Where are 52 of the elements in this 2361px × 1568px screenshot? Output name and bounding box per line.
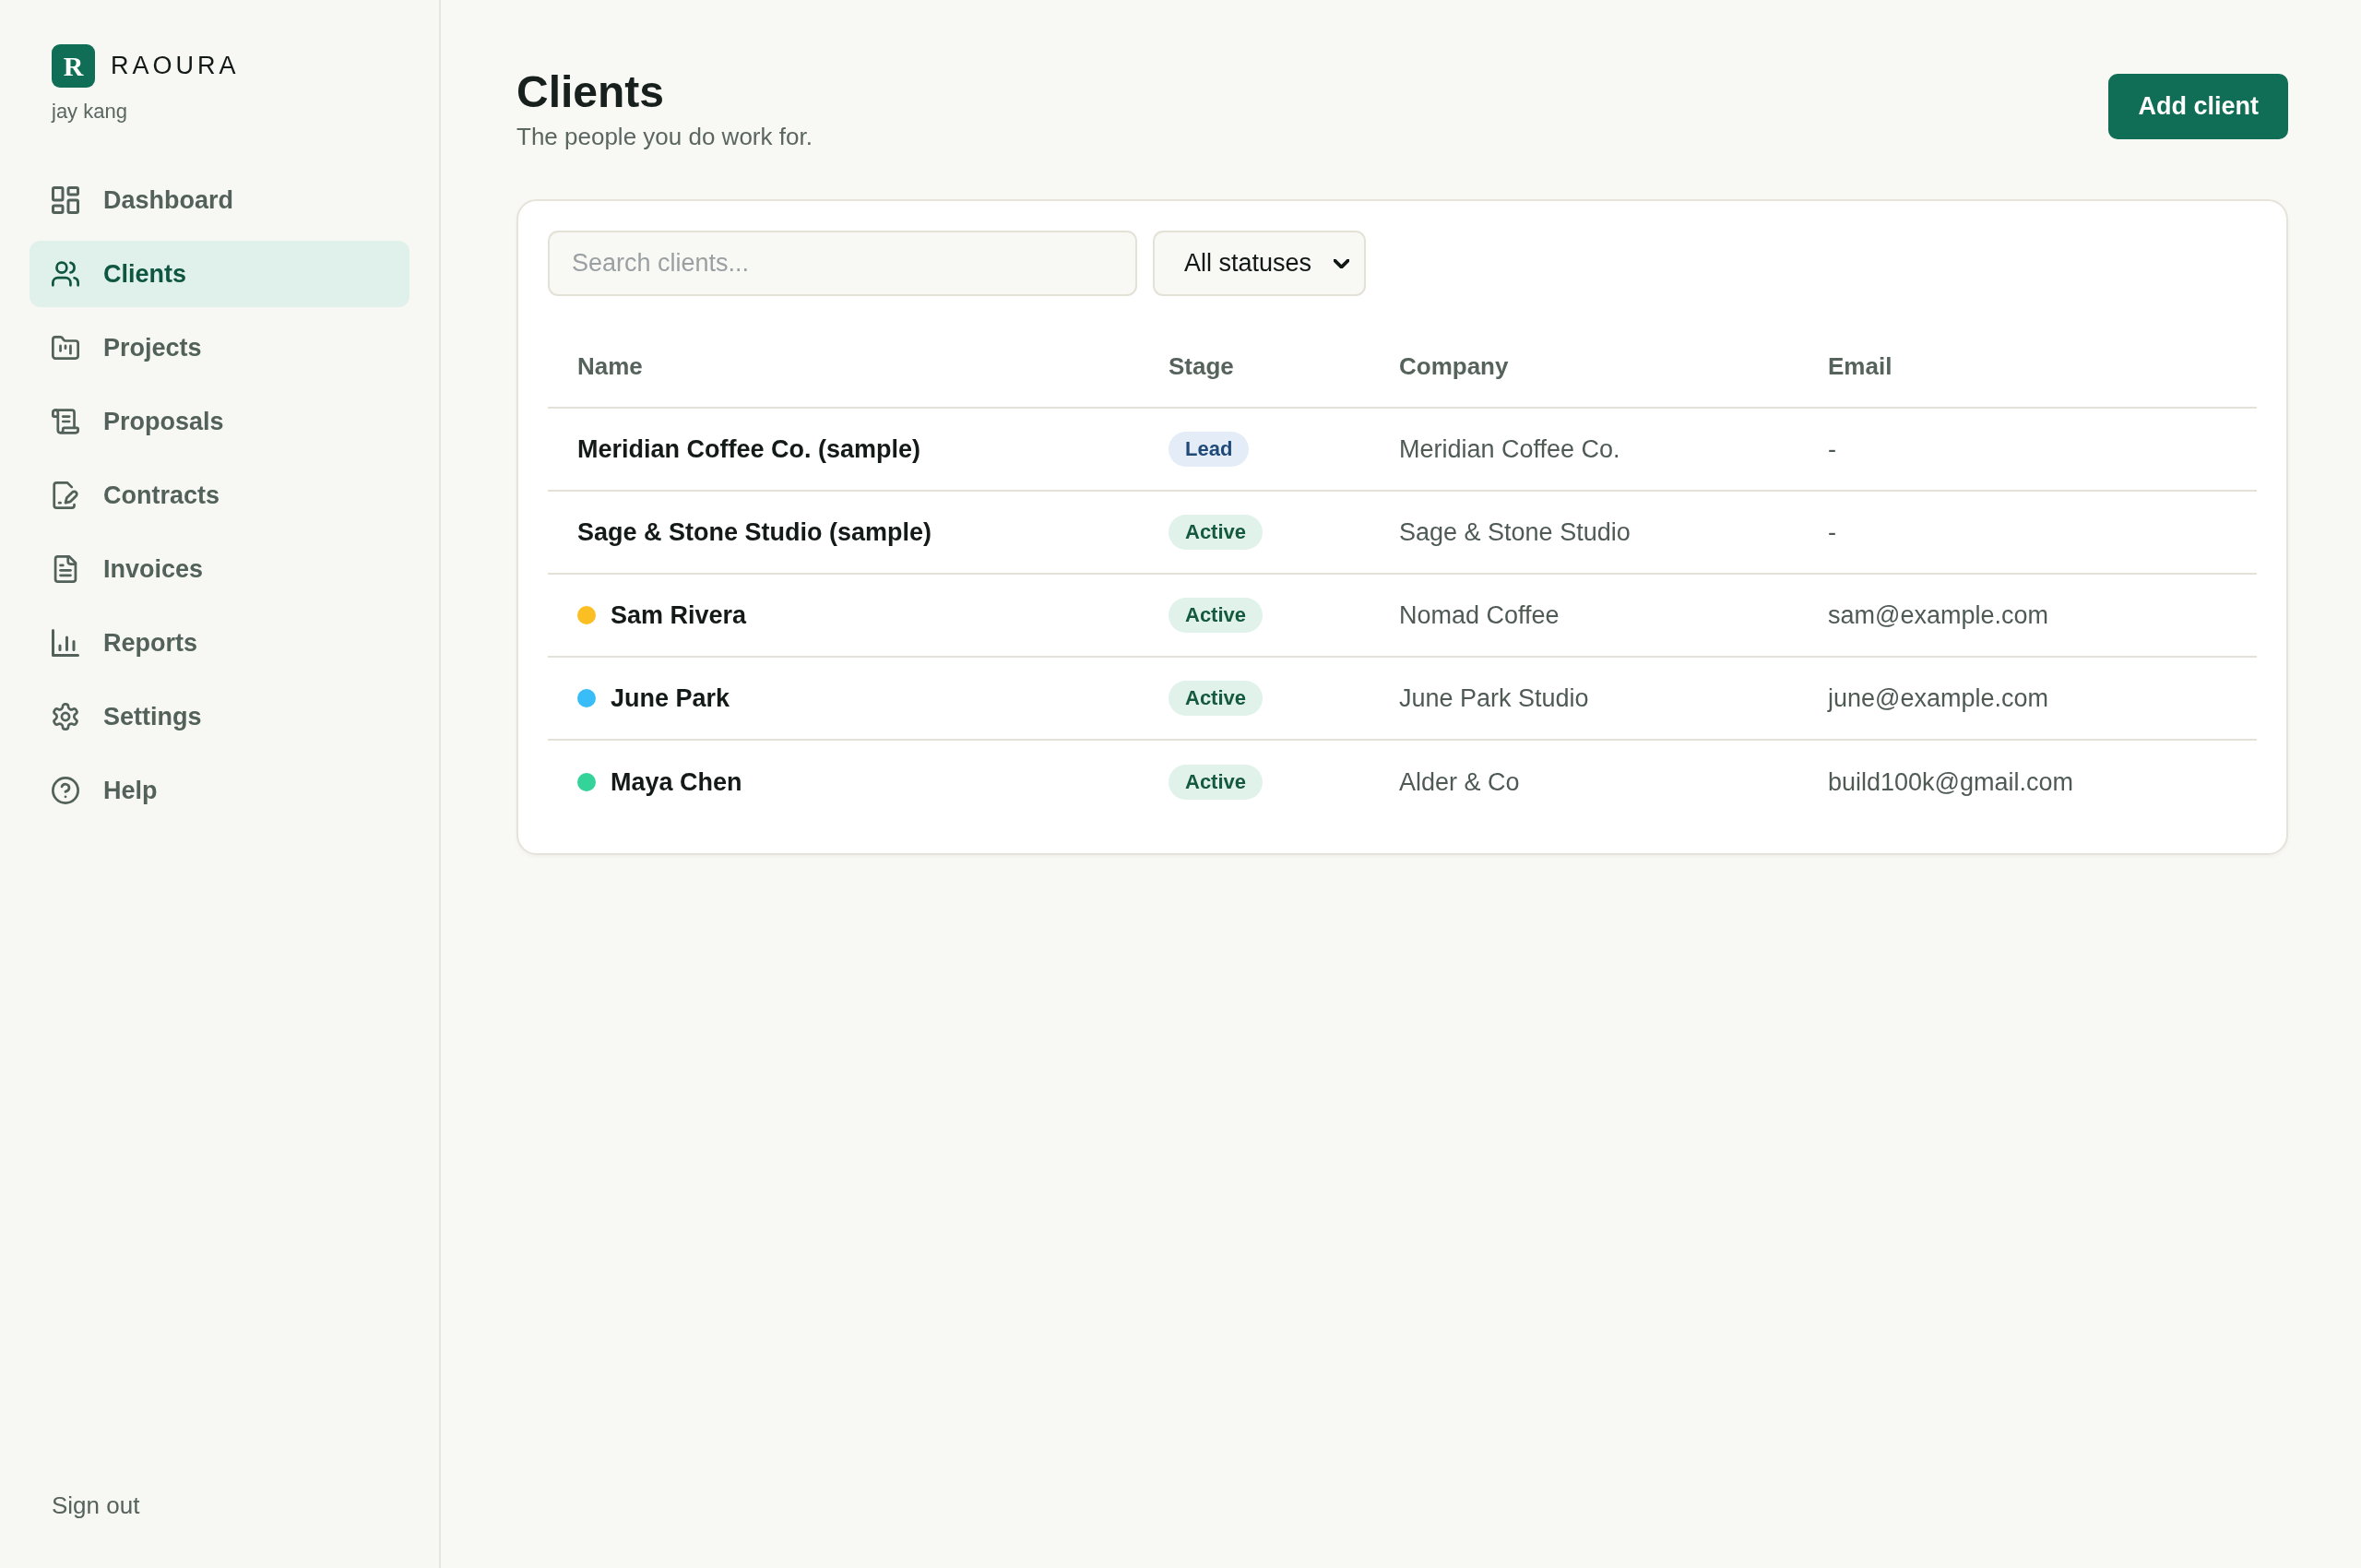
client-name: Maya Chen <box>611 767 742 797</box>
nav-item[interactable]: Clients <box>30 241 409 307</box>
add-client-button[interactable]: Add client <box>2108 74 2288 139</box>
users-icon <box>52 260 79 288</box>
nav-item[interactable]: Reports <box>30 610 409 676</box>
file-pen-icon <box>52 481 79 509</box>
nav-item[interactable]: Proposals <box>30 388 409 455</box>
company-name: Meridian Coffee Co. <box>1399 434 1620 464</box>
stage-badge: Lead <box>1169 432 1250 467</box>
nav-item[interactable]: Dashboard <box>30 167 409 233</box>
folder-icon <box>52 334 79 362</box>
nav-item[interactable]: Projects <box>30 315 409 381</box>
stage-badge: Active <box>1169 765 1264 800</box>
stage-badge: Active <box>1169 515 1264 550</box>
page-subtitle: The people you do work for. <box>516 122 813 152</box>
email-address: sam@example.com <box>1828 600 2048 630</box>
nav-item[interactable]: Invoices <box>30 536 409 602</box>
email-address: - <box>1828 517 1836 547</box>
chevron-down-icon <box>1334 258 1349 268</box>
page-title: Clients <box>516 66 666 118</box>
stage-badge: Active <box>1169 681 1264 716</box>
document-icon <box>52 555 79 583</box>
bar-chart-icon <box>52 629 79 657</box>
column-header: Name <box>577 351 643 381</box>
status-select[interactable]: All statuses <box>1153 231 1366 296</box>
nav-item[interactable]: Help <box>30 757 409 824</box>
grid-icon <box>52 186 79 214</box>
company-name: June Park Studio <box>1399 683 1589 713</box>
client-name: Sam Rivera <box>611 600 747 630</box>
scroll-icon <box>52 408 79 435</box>
client-name: Meridian Coffee Co. (sample) <box>577 434 921 464</box>
column-header: Company <box>1399 351 1509 381</box>
logo-mark: R <box>52 44 95 88</box>
sign-out-link[interactable]: Sign out <box>52 1491 140 1520</box>
company-name: Alder & Co <box>1399 767 1520 797</box>
nav-item[interactable]: Contracts <box>30 462 409 529</box>
company-name: Sage & Stone Studio <box>1399 517 1631 547</box>
client-name: Sage & Stone Studio (sample) <box>577 517 932 547</box>
email-address: june@example.com <box>1828 683 2049 713</box>
stage-badge: Active <box>1169 598 1264 633</box>
email-address: build100k@gmail.com <box>1828 767 2074 797</box>
column-header: Stage <box>1169 351 1234 381</box>
column-header: Email <box>1828 351 1892 381</box>
user-name: jay kang <box>52 99 127 125</box>
client-name: June Park <box>611 683 730 713</box>
company-name: Nomad Coffee <box>1399 600 1560 630</box>
settings-icon <box>52 703 79 731</box>
search-field[interactable]: Search clients... <box>548 231 1137 296</box>
nav-item[interactable]: Settings <box>30 683 409 750</box>
email-address: - <box>1828 434 1836 464</box>
help-icon <box>52 777 79 804</box>
brand-name: RAOURA <box>111 52 240 80</box>
